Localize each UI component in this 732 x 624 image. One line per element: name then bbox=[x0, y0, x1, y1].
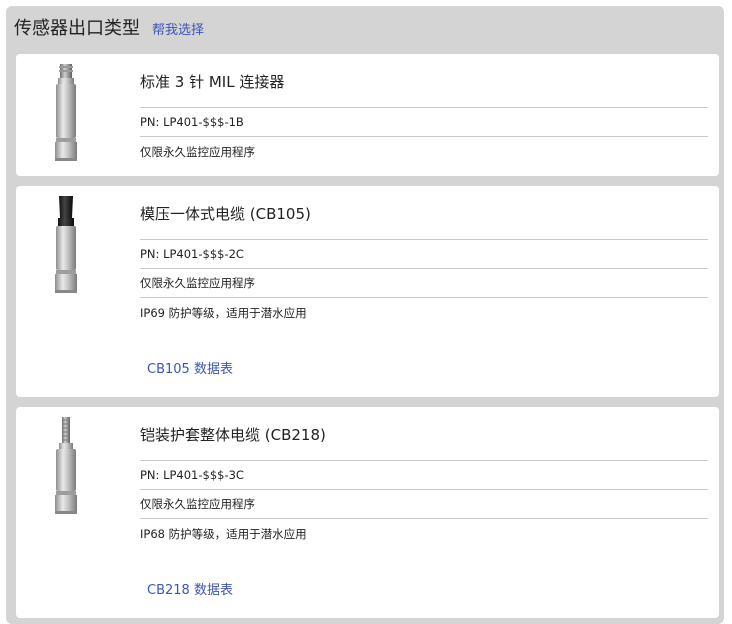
help-me-choose-link[interactable]: 帮我选择 bbox=[152, 19, 204, 38]
option-info: 模压一体式电缆 (CB105) PN: LP401-$$$-2C 仅限永久监控应… bbox=[140, 186, 708, 327]
cb218-datasheet-link[interactable]: CB218 数据表 bbox=[147, 579, 233, 598]
option-title: 标准 3 针 MIL 连接器 bbox=[140, 54, 708, 108]
option-title: 铠装护套整体电缆 (CB218) bbox=[140, 407, 708, 461]
option-title: 模压一体式电缆 (CB105) bbox=[140, 186, 708, 240]
sensor-outlet-panel: 传感器出口类型 帮我选择 标准 3 针 MIL 连接器 PN: LP401-$$… bbox=[6, 6, 724, 624]
panel-header: 传感器出口类型 帮我选择 bbox=[14, 14, 204, 40]
part-number: PN: LP401-$$$-3C bbox=[140, 461, 708, 490]
feature-row: 仅限永久监控应用程序 bbox=[140, 144, 255, 159]
option-info: 铠装护套整体电缆 (CB218) PN: LP401-$$$-3C 仅限永久监控… bbox=[140, 407, 708, 548]
cb105-datasheet-link[interactable]: CB105 数据表 bbox=[147, 358, 233, 377]
mil-connector-sensor-icon bbox=[55, 64, 77, 161]
molded-cable-sensor-icon bbox=[55, 196, 77, 293]
feature-row: IP69 防护等级，适用于潜水应用 bbox=[140, 305, 307, 320]
part-number: PN: LP401-$$$-1B bbox=[140, 108, 708, 137]
armored-cable-sensor-icon bbox=[55, 417, 77, 514]
option-card-cb105[interactable]: 模压一体式电缆 (CB105) PN: LP401-$$$-2C 仅限永久监控应… bbox=[16, 186, 719, 397]
feature-row: IP68 防护等级，适用于潜水应用 bbox=[140, 526, 307, 541]
page-title: 传感器出口类型 bbox=[14, 18, 140, 39]
option-info: 标准 3 针 MIL 连接器 PN: LP401-$$$-1B 仅限永久监控应用… bbox=[140, 54, 708, 166]
option-card-cb218[interactable]: 铠装护套整体电缆 (CB218) PN: LP401-$$$-3C 仅限永久监控… bbox=[16, 407, 719, 618]
option-card-mil-connector[interactable]: 标准 3 针 MIL 连接器 PN: LP401-$$$-1B 仅限永久监控应用… bbox=[16, 54, 719, 176]
part-number: PN: LP401-$$$-2C bbox=[140, 240, 708, 269]
feature-row: 仅限永久监控应用程序 bbox=[140, 490, 708, 519]
feature-row: 仅限永久监控应用程序 bbox=[140, 269, 708, 298]
